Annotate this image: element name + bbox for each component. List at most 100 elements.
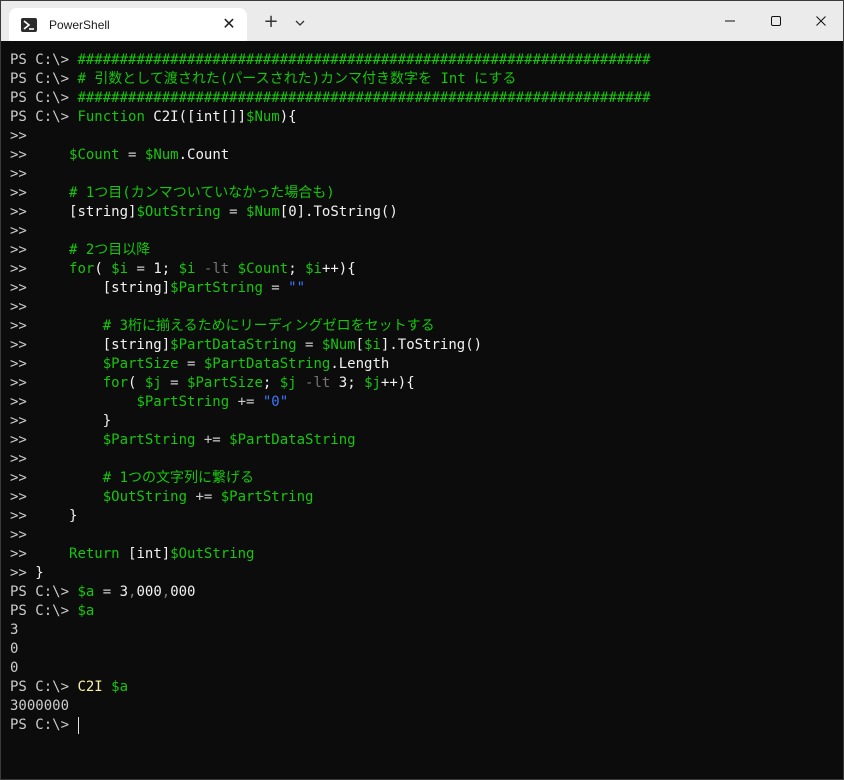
terminal-line: >> for( $i = 1; $i -lt $Count; $i++){ [10,260,843,279]
terminal-text: "" [288,280,306,296]
terminal-text: $PartDataString [203,356,331,372]
terminal-line: PS C:\> # 引数として渡された(パースされた)カンマ付き数字を Int … [10,70,843,89]
terminal-text: # 1つの文字列に繋げる [102,470,255,486]
terminal-text: ( [128,375,145,391]
terminal-text: [string] [102,280,171,296]
terminal-text: >> [10,261,70,277]
terminal-line: >> $OutString += $PartString [10,488,843,507]
close-tab-icon[interactable]: ✕ [221,16,237,32]
terminal-text: >> [10,223,27,239]
terminal-text: $i [364,337,381,353]
terminal-text: $PartString [220,489,314,505]
terminal-line: PS C:\> $a [10,602,843,621]
terminal-text: # 2つ目以降 [69,242,151,258]
maximize-button[interactable] [753,1,799,41]
chevron-down-icon[interactable] [293,16,307,30]
terminal-text: = [178,356,204,372]
terminal-text: $OutString [102,489,188,505]
minimize-button[interactable] [707,1,753,41]
terminal-text: $Num [246,109,280,125]
terminal-line: PS C:\> Function C2I([int[]]$Num){ [10,108,843,127]
terminal-text: PS C:\> [10,679,78,695]
terminal-text: } [102,413,112,429]
terminal-text: C2I [77,679,112,695]
terminal-line: >> $Count = $Num.Count [10,146,843,165]
terminal-text: $PartString [170,280,263,296]
terminal-text: Function [77,109,154,125]
terminal-text: >> [10,299,27,315]
terminal-text: $i [111,261,129,277]
terminal-text: [ [355,337,365,353]
terminal-line: >> # 2つ目以降 [10,241,843,260]
terminal-text: >> [10,565,36,581]
terminal-line: >> # 3桁に揃えるためにリーディングゼロをセットする [10,317,843,336]
terminal-text: $PartDataString [229,432,356,448]
maximize-icon [771,16,781,26]
terminal-text: += [195,432,230,448]
powershell-window: PowerShell ✕ + PS C:\> #################… [0,0,844,780]
terminal-text: >> [10,394,137,410]
minimize-icon [725,20,735,22]
terminal-text: # 3桁に揃えるためにリーディングゼロをセットする [102,318,435,334]
terminal-text: ].ToString() [380,337,483,353]
terminal-line: >> [10,222,843,241]
terminal-text: $a [111,679,129,695]
terminal-text: 3 [10,622,19,638]
terminal-text: ( [94,261,112,277]
terminal-line: 3000000 [10,697,843,716]
terminal-text: ++){ [321,261,356,277]
terminal-text: >> [10,375,103,391]
terminal-text: $j [364,375,381,391]
terminal-line: PS C:\> [10,716,843,735]
terminal-text: $i [305,261,322,277]
terminal-text: >> [10,489,103,505]
terminal-text: 0 [10,660,19,676]
terminal-output[interactable]: PS C:\> ################################… [1,41,843,779]
terminal-text: -lt [296,375,339,391]
terminal-text: $a [77,584,95,600]
close-icon [816,16,826,26]
powershell-icon [21,17,37,32]
terminal-text: 000 [136,584,162,600]
terminal-text: # 引数として渡された(パースされた)カンマ付き数字を Int にする [77,71,517,87]
terminal-text: for [69,261,95,277]
terminal-text: ){ [279,109,297,125]
terminal-text: 0 [10,641,19,657]
terminal-text: Return [69,546,129,562]
terminal-line: >> # 1つの文字列に繋げる [10,469,843,488]
close-window-button[interactable] [798,1,844,41]
terminal-text: ########################################… [77,52,651,68]
terminal-text: >> [10,546,70,562]
terminal-text: 000 [170,584,196,600]
terminal-text: PS C:\> [10,109,78,125]
terminal-text: 1; [153,261,179,277]
terminal-text: 3000000 [10,698,70,714]
terminal-line: >> [10,526,843,545]
title-bar: PowerShell ✕ + [1,1,843,41]
terminal-text: $PartDataString [170,337,297,353]
terminal-line: >> Return [int]$OutString [10,545,843,564]
terminal-line: >> [string]$PartString = "" [10,279,843,298]
terminal-text: >> [10,147,70,163]
terminal-text: >> [10,204,70,220]
terminal-text: = [262,280,289,296]
terminal-text: [0].ToString() [279,204,398,220]
terminal-text: [int] [128,546,171,562]
terminal-line: PS C:\> ################################… [10,51,843,70]
terminal-line: PS C:\> ################################… [10,89,843,108]
text-cursor [78,716,80,734]
new-tab-icon[interactable]: + [263,13,279,31]
terminal-text: ; [262,375,280,391]
terminal-line: >> [string]$OutString = $Num[0].ToString… [10,203,843,222]
terminal-text: >> [10,451,27,467]
terminal-text: $j [279,375,297,391]
terminal-text: $PartSize [102,356,179,372]
tab-powershell[interactable]: PowerShell ✕ [9,8,247,41]
terminal-text: $Num [144,147,179,163]
terminal-line: >> } [10,507,843,526]
terminal-text: >> [10,166,27,182]
terminal-text: >> [10,413,103,429]
terminal-text: >> [10,242,70,258]
terminal-text: $OutString [136,204,221,220]
terminal-text: = [119,147,145,163]
